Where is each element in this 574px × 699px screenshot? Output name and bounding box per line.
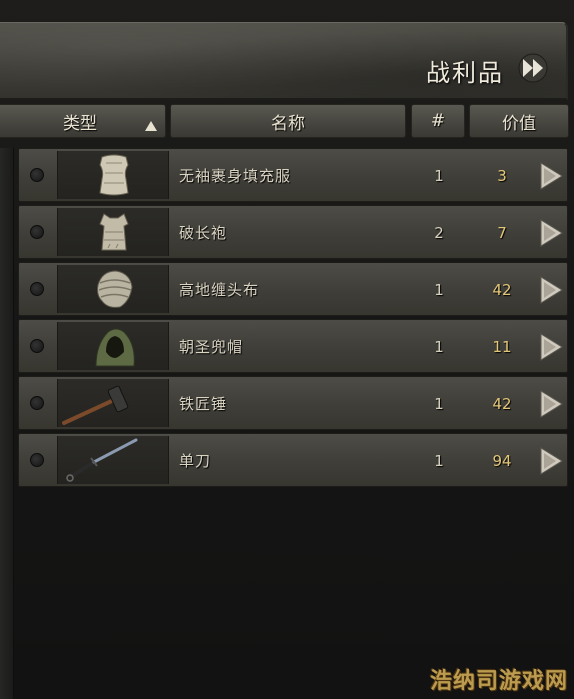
item-count: 1: [434, 338, 444, 356]
transfer-arrow-icon[interactable]: [539, 333, 563, 361]
select-radio[interactable]: [30, 225, 44, 239]
select-radio[interactable]: [30, 339, 44, 353]
item-value: 7: [497, 224, 507, 242]
sleeveless-padded-vest-icon: [57, 151, 169, 199]
item-name: 铁匠锤: [179, 395, 228, 413]
item-count: 1: [434, 452, 444, 470]
loot-header: 战利品: [0, 22, 568, 100]
item-count: 1: [434, 167, 444, 185]
item-value: 42: [492, 395, 512, 413]
item-value: 94: [492, 452, 512, 470]
loot-row[interactable]: 无袖裹身填充服 1 3: [18, 148, 568, 202]
column-header-name[interactable]: 名称: [170, 104, 406, 138]
loot-window: 战利品 类型 名称 # 价值 无袖裹身填充服 1 3 破长袍 2 7 高地缠头布…: [0, 0, 574, 699]
tattered-robe-icon: [57, 208, 169, 256]
loot-row[interactable]: 铁匠锤 1 42: [18, 376, 568, 430]
item-name: 朝圣兜帽: [179, 338, 244, 356]
item-name: 高地缠头布: [179, 281, 260, 299]
item-name: 破长袍: [179, 224, 228, 242]
item-value: 42: [492, 281, 512, 299]
left-border: [0, 148, 14, 699]
column-type-label: 类型: [63, 113, 97, 134]
item-name: 无袖裹身填充服: [179, 167, 292, 185]
select-radio[interactable]: [30, 453, 44, 467]
column-header-value[interactable]: 价值: [469, 104, 569, 138]
item-count: 1: [434, 395, 444, 413]
select-radio[interactable]: [30, 282, 44, 296]
item-count: 2: [434, 224, 444, 242]
column-name-label: 名称: [271, 113, 305, 134]
select-radio[interactable]: [30, 168, 44, 182]
item-name: 单刀: [179, 452, 212, 470]
loot-row[interactable]: 单刀 1 94: [18, 433, 568, 487]
pilgrim-hood-icon: [57, 322, 169, 370]
transfer-arrow-icon[interactable]: [539, 162, 563, 190]
loot-list: 无袖裹身填充服 1 3 破长袍 2 7 高地缠头布 1 42 朝圣兜帽 1 11…: [18, 148, 568, 490]
column-value-label: 价值: [502, 113, 536, 134]
loot-title: 战利品: [426, 59, 504, 87]
transfer-arrow-icon[interactable]: [539, 276, 563, 304]
loot-row[interactable]: 朝圣兜帽 1 11: [18, 319, 568, 373]
column-header-type[interactable]: 类型: [0, 104, 166, 138]
transfer-arrow-icon[interactable]: [539, 447, 563, 475]
single-blade-icon: [57, 436, 169, 484]
loot-row[interactable]: 破长袍 2 7: [18, 205, 568, 259]
item-count: 1: [434, 281, 444, 299]
sort-ascending-icon: [145, 116, 157, 131]
watermark: 浩纳司游戏网: [429, 669, 568, 694]
transfer-arrow-icon[interactable]: [539, 219, 563, 247]
column-header-count[interactable]: #: [411, 104, 465, 138]
transfer-arrow-icon[interactable]: [539, 390, 563, 418]
loot-row[interactable]: 高地缠头布 1 42: [18, 262, 568, 316]
smith-hammer-icon: [57, 379, 169, 427]
column-count-label: #: [430, 111, 446, 131]
select-radio[interactable]: [30, 396, 44, 410]
item-value: 11: [492, 338, 512, 356]
fast-forward-icon[interactable]: [516, 53, 550, 83]
item-value: 3: [497, 167, 507, 185]
highland-head-wrap-icon: [57, 265, 169, 313]
